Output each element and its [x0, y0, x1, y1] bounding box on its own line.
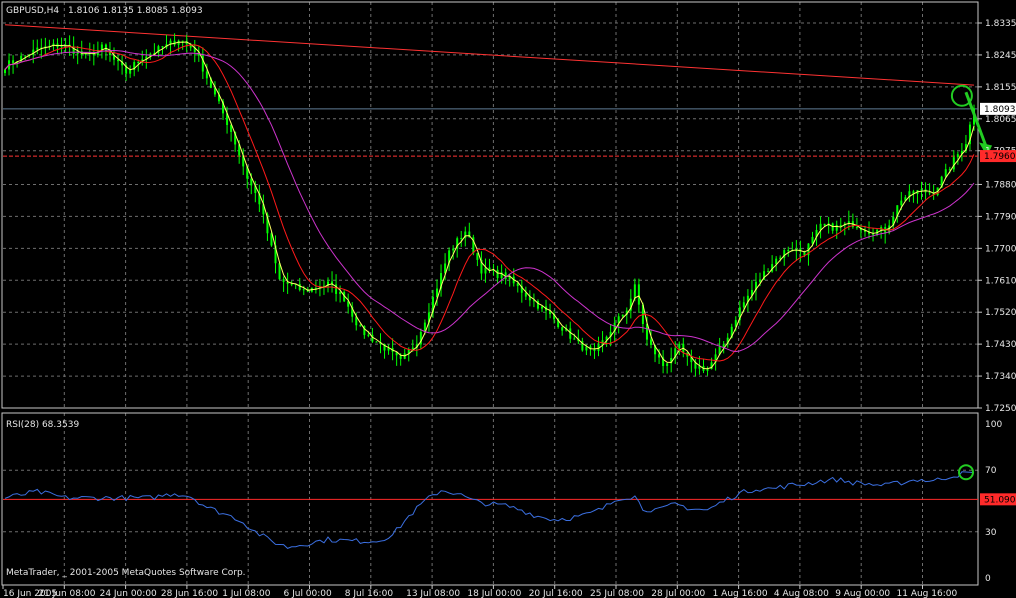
rsi-axis-label: 30: [985, 528, 997, 538]
candle-body: [759, 279, 762, 282]
chart-ohlc-label: 1.8106 1.8135 1.8085 1.8093: [68, 6, 203, 16]
candle-body: [4, 69, 6, 74]
candle-body: [359, 325, 362, 327]
price-axis-label: 1.7610: [985, 276, 1016, 286]
candle-body: [282, 279, 285, 282]
price-axis-label: 1.8335: [985, 19, 1016, 29]
candle-body: [290, 283, 293, 285]
time-axis-label: 21 Jun 08:00: [38, 589, 95, 598]
time-axis-label: 9 Aug 00:00: [835, 589, 890, 598]
candle-body: [205, 71, 208, 79]
price-axis-label: 1.7250: [985, 404, 1016, 414]
candle-body: [658, 354, 661, 358]
candle-body: [411, 347, 414, 350]
candle-body: [12, 60, 15, 64]
time-axis-label: 4 Aug 08:00: [774, 589, 829, 598]
candle-body: [36, 47, 39, 50]
candle-body: [593, 349, 596, 351]
candle-body: [633, 284, 636, 299]
candle-body: [928, 192, 931, 194]
candle-body: [302, 289, 305, 291]
price-axis-label: 1.8155: [985, 83, 1016, 93]
price-axis-label: 1.8245: [985, 51, 1016, 61]
candle-body: [375, 341, 378, 343]
candle-body: [952, 157, 955, 170]
candle-body: [621, 314, 624, 317]
rsi-title: RSI(28) 68.3539: [6, 420, 79, 430]
candle-body: [835, 224, 838, 231]
chart-window[interactable]: GBPUSD,H4 1.8106 1.8135 1.8085 1.8093 RS…: [0, 0, 1016, 598]
time-axis-label: 28 Jul 00:00: [651, 589, 705, 598]
price-axis-label: 1.7790: [985, 212, 1016, 222]
price-axis-label: 1.7430: [985, 340, 1016, 350]
candle-body: [956, 154, 959, 158]
candle-body: [367, 334, 370, 336]
candle-body: [742, 302, 745, 308]
candle-body: [900, 200, 903, 206]
candle-body: [298, 283, 301, 290]
price-axis-label: 1.8065: [985, 115, 1016, 125]
candle-body: [779, 257, 782, 259]
candle-body: [104, 44, 107, 51]
time-axis-label: 6 Jul 00:00: [284, 589, 333, 598]
candle-body: [722, 344, 725, 347]
chart-background: [0, 0, 1016, 598]
price-level-tag-label: 1.7960: [984, 152, 1016, 162]
price-axis-label: 1.7520: [985, 308, 1016, 318]
rsi-level-tag-label: 51.090: [984, 495, 1016, 505]
candle-body: [775, 258, 778, 265]
candle-body: [339, 291, 342, 294]
time-axis-label: 18 Jul 00:00: [467, 589, 521, 598]
candle-body: [811, 236, 814, 244]
candle-body: [839, 224, 842, 226]
candle-body: [872, 233, 875, 235]
candle-body: [496, 269, 499, 279]
candle-body: [855, 227, 858, 229]
candle-body: [767, 271, 770, 273]
candle-body: [561, 327, 564, 331]
time-axis-label: 1 Jul 08:00: [222, 589, 271, 598]
candle-body: [484, 267, 487, 274]
candle-body: [637, 284, 640, 305]
time-axis-label: 24 Jun 00:00: [100, 589, 157, 598]
candle-body: [678, 343, 681, 349]
time-axis-label: 25 Jul 08:00: [590, 589, 644, 598]
time-axis-label: 11 Aug 16:00: [897, 589, 958, 598]
candle-body: [452, 248, 455, 251]
candle-body: [823, 223, 826, 226]
candle-body: [250, 178, 253, 186]
candle-body: [944, 169, 947, 177]
candle-body: [650, 339, 652, 345]
candle-body: [787, 249, 790, 251]
price-axis-label: 1.7880: [985, 180, 1016, 190]
time-axis-label: 1 Aug 16:00: [713, 589, 768, 598]
rsi-axis-label: 0: [985, 574, 991, 584]
candle-body: [460, 237, 463, 239]
rsi-axis-label: 100: [985, 420, 1002, 430]
candle-body: [161, 46, 164, 48]
rsi-axis-label: 70: [985, 466, 997, 476]
copyright-label: MetaTrader, _ 2001-2005 MetaQuotes Softw…: [6, 568, 246, 578]
price-axis-label: 1.7340: [985, 372, 1016, 382]
time-axis-label: 28 Jun 16:00: [161, 589, 218, 598]
candle-body: [540, 306, 543, 309]
candle-body: [24, 55, 27, 57]
candle-body: [137, 62, 140, 64]
candle-body: [476, 253, 479, 260]
candle-body: [666, 363, 669, 367]
candle-body: [920, 189, 923, 191]
time-axis-label: 13 Jul 08:00: [406, 589, 460, 598]
current-price-tag-label: 1.8093: [984, 105, 1016, 115]
chart-symbol-label: GBPUSD,H4: [6, 6, 59, 16]
time-axis-label: 8 Jul 16:00: [345, 589, 394, 598]
candle-body: [706, 368, 709, 371]
candle-body: [181, 40, 184, 42]
time-axis-label: 20 Jul 16:00: [529, 589, 583, 598]
price-axis-label: 1.7700: [985, 244, 1016, 254]
candle-body: [129, 69, 132, 74]
candle-body: [573, 338, 576, 340]
